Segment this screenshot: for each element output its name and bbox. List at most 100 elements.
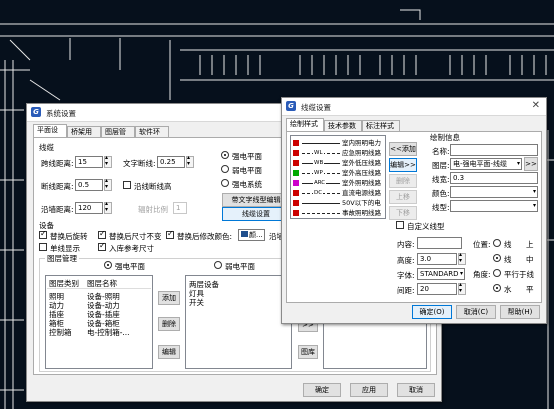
chevron-down-icon: ▾ <box>532 188 536 195</box>
sys-apply-button[interactable]: 应用 <box>350 383 388 397</box>
line-style-row[interactable]: ARC 室外照明线路 <box>293 179 383 188</box>
height-spinner[interactable] <box>458 251 466 265</box>
breakline-input[interactable]: 0.5 <box>75 179 103 191</box>
tab-tech-params[interactable]: 技术参数 <box>324 120 362 131</box>
table-row[interactable]: 控制箱 <box>49 327 72 338</box>
content-input[interactable] <box>417 237 462 249</box>
replace-size-checkbox[interactable] <box>98 229 106 239</box>
breakline-spinner[interactable] <box>104 177 112 191</box>
layer-pick-button[interactable]: >> <box>524 157 538 171</box>
line-style-row[interactable]: WL 应急照明线路 <box>293 149 383 158</box>
pos-radio-above[interactable] <box>493 239 501 247</box>
text-linetype-edit-button[interactable]: 带文字线型编辑 <box>222 193 290 207</box>
custom-linetype-checkbox[interactable] <box>396 221 404 229</box>
tab-draw-style[interactable]: 绘制样式 <box>286 118 324 131</box>
tab-layer-management[interactable]: 图层管理 <box>101 126 135 147</box>
name-input[interactable] <box>450 144 538 156</box>
line-ok-button[interactable]: 确定(O) <box>412 305 452 319</box>
color-select-value: 颜... <box>249 231 263 239</box>
add-style-button[interactable]: <<添加 <box>389 142 417 156</box>
line-color-swatch-icon <box>293 170 299 176</box>
ref-size-checkbox[interactable] <box>98 241 106 251</box>
layer-select-value: 电-强电平面-线缆 <box>453 160 508 168</box>
height-input[interactable]: 3.0 <box>417 253 457 265</box>
single-line-checkbox[interactable] <box>39 243 47 251</box>
textbreak-spinner[interactable] <box>186 154 194 168</box>
list-item[interactable]: 开关 <box>189 297 204 308</box>
linetype-label: 线型: <box>432 203 450 212</box>
pos-radio-above-label-2: 上 <box>526 240 534 249</box>
library-button[interactable]: 图库 <box>298 345 318 359</box>
change-color-checkbox[interactable] <box>166 229 174 239</box>
radio-weak-plan[interactable] <box>221 165 229 173</box>
line-style-list[interactable]: 室内照明电力 WL 应急照明线路 WB 室外低压线路 WP 室外高压线路 ARC 室外照明线路 D… <box>290 135 386 219</box>
line-style-row[interactable]: WP 室外高压线路 <box>293 169 383 178</box>
draw-info-title: 绘制信息 <box>430 133 460 142</box>
radio-strong-plan[interactable] <box>221 151 229 159</box>
textbreak-input[interactable]: 0.25 <box>157 156 185 168</box>
line-settings-title: 线缆设置 <box>301 103 331 112</box>
tab-label-style[interactable]: 标注样式 <box>362 120 400 131</box>
mgmt-radio-weak[interactable] <box>214 261 222 269</box>
alongwall-spinner[interactable] <box>104 200 112 214</box>
tab-software-env[interactable]: 软件环境 <box>135 126 169 147</box>
line-color-swatch-icon <box>293 200 299 206</box>
line-style-row[interactable]: DC 直流电源线路 <box>293 189 383 198</box>
line-cancel-button[interactable]: 取消(C) <box>456 305 496 319</box>
table-cell[interactable]: 电-控制箱-... <box>87 327 130 338</box>
font-label: 字体: <box>397 271 415 280</box>
move-up-button[interactable]: 上移 <box>389 190 417 204</box>
jumpline-spinner[interactable] <box>104 154 112 168</box>
linetype-select[interactable]: ▾ <box>450 200 538 212</box>
system-settings-title: 系统设置 <box>46 109 76 118</box>
edit-style-button[interactable]: 编辑>> <box>389 158 417 172</box>
mgmt-radio-strong[interactable] <box>104 261 112 269</box>
delete-layer-button[interactable]: 删除 <box>158 317 180 331</box>
line-settings-titlebar[interactable]: G 线缆设置 ✕ <box>282 98 546 116</box>
line-color-select[interactable]: ▾ <box>450 186 538 198</box>
replace-rotate-checkbox[interactable] <box>39 229 47 239</box>
arrange-ratio-input[interactable]: 1 <box>173 202 187 214</box>
replace-size-label: 替换后尺寸不变 <box>109 232 162 241</box>
color-label: 颜色: <box>432 189 450 198</box>
move-down-button[interactable]: 下移 <box>389 206 417 220</box>
width-input[interactable]: 0.3 <box>450 172 538 184</box>
app-logo-icon: G <box>286 101 296 111</box>
line-style-name: 50V以下的电 <box>342 199 381 207</box>
line-style-row[interactable]: 事故照明线路 <box>293 209 383 218</box>
line-style-row[interactable]: 50V以下的电 <box>293 199 383 208</box>
layer-select[interactable]: 电-强电平面-线缆 ▾ <box>450 158 522 170</box>
line-help-button[interactable]: 帮助(H) <box>500 305 540 319</box>
jumpline-input[interactable]: 15 <box>75 156 103 168</box>
tab-tray-usage[interactable]: 桥架用途 <box>67 126 101 147</box>
line-style-row[interactable]: WB 室外低压线路 <box>293 159 383 168</box>
layer-table[interactable]: 图层类别 图层名称 照明 设备-照明 动力 设备-动力 插座 设备-插座 箱柜 … <box>45 275 153 369</box>
line-color-swatch-icon <box>293 160 299 166</box>
line-settings-button[interactable]: 线缆设置 <box>222 207 290 221</box>
add-layer-button[interactable]: 添加 <box>158 291 180 305</box>
edit-layer-button[interactable]: 编辑 <box>158 345 180 359</box>
delete-style-button[interactable]: 删除 <box>389 174 417 188</box>
angle-radio-horizontal[interactable] <box>493 284 501 292</box>
color-select[interactable]: 颜... <box>238 229 265 241</box>
gap-input[interactable]: 20 <box>417 283 457 295</box>
close-icon[interactable]: ✕ <box>532 100 540 111</box>
pos-radio-middle[interactable] <box>493 254 501 262</box>
breakline-height-label: 沿线断线高 <box>134 182 172 191</box>
font-select[interactable]: STANDARD ▾ <box>417 268 465 280</box>
radio-strong-system[interactable] <box>221 179 229 187</box>
pos-radio-middle-label-2: 中 <box>526 255 534 264</box>
alongwall-input[interactable]: 120 <box>75 202 103 214</box>
line-style-row[interactable]: 室内照明电力 <box>293 139 383 148</box>
breakline-height-checkbox[interactable] <box>123 181 131 189</box>
angle-radio-horizontal-label: 水 <box>504 285 512 294</box>
gap-spinner[interactable] <box>458 281 466 295</box>
chevron-down-icon: ▾ <box>459 270 463 277</box>
tab-plan-design[interactable]: 平面设计 <box>33 124 67 145</box>
device-list[interactable]: 两层设备 灯具 开关 <box>185 275 292 369</box>
arrange-ratio-label: 辐射比例 <box>138 205 168 214</box>
angle-radio-parallel[interactable] <box>493 269 501 277</box>
line-style-name: 室外照明线路 <box>342 179 381 187</box>
sys-cancel-button[interactable]: 取消 <box>397 383 435 397</box>
sys-ok-button[interactable]: 确定 <box>303 383 341 397</box>
